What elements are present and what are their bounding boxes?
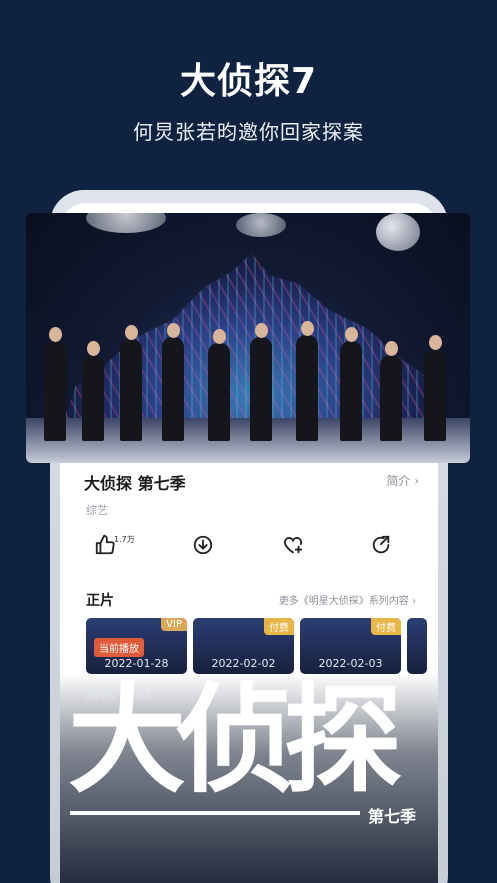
episode-card[interactable]: 付费 2022-02-03 xyxy=(300,618,401,674)
episodes-section-title: 正片 xyxy=(86,593,114,609)
promo-subline: 何炅张若昀邀你回家探案 xyxy=(133,120,364,144)
episode-card[interactable]: 付费 2022-02-02 xyxy=(193,618,294,674)
paid-badge: 付费 xyxy=(371,618,401,635)
like-button[interactable]: 1.7万 xyxy=(94,534,135,564)
paid-badge: 付费 xyxy=(264,618,294,635)
share-icon xyxy=(372,535,390,554)
now-playing-badge: 当前播放 xyxy=(94,638,144,657)
cast-member xyxy=(380,341,402,441)
download-button[interactable] xyxy=(192,534,214,564)
download-icon xyxy=(193,535,213,555)
cast-member xyxy=(162,323,184,441)
show-banner[interactable] xyxy=(26,213,470,463)
cast-member xyxy=(120,325,142,441)
show-logo: 大侦探 第七季 xyxy=(68,671,430,826)
intro-link[interactable]: 简介 › xyxy=(386,472,419,489)
promo-headline: 大侦探7 xyxy=(179,61,318,102)
favorite-button[interactable] xyxy=(282,534,304,564)
episode-card-partial[interactable] xyxy=(407,618,427,674)
more-series-link[interactable]: 更多《明星大侦探》系列内容 › xyxy=(279,592,416,607)
cast-member xyxy=(340,327,362,441)
vip-badge: VIP xyxy=(161,618,187,631)
planet-decoration xyxy=(86,213,166,233)
thumbs-up-icon xyxy=(95,534,115,555)
action-bar: 1.7万 xyxy=(84,534,424,566)
cast-member xyxy=(82,341,104,441)
episode-date: 2022-02-03 xyxy=(318,657,383,670)
cast-member xyxy=(208,329,230,441)
moon-decoration xyxy=(376,213,420,251)
logo-main-text: 大侦探 xyxy=(68,671,402,809)
episodes-header: 正片 更多《明星大侦探》系列内容 › xyxy=(86,590,416,610)
planet-decoration xyxy=(236,213,286,237)
show-title-row: 大侦探 第七季 简介 › xyxy=(84,470,419,494)
like-count: 1.7万 xyxy=(114,535,135,544)
logo-season-text: 第七季 xyxy=(368,807,417,826)
genre-label: 综艺 xyxy=(86,504,108,517)
cast-member xyxy=(44,327,66,441)
episode-date: 2022-01-28 xyxy=(104,657,169,670)
show-title: 大侦探 第七季 xyxy=(84,474,186,493)
episode-date: 2022-02-02 xyxy=(211,657,276,670)
cast-member xyxy=(250,323,272,441)
episode-card[interactable]: VIP 当前播放 2022-01-28 xyxy=(86,618,187,674)
cast-member xyxy=(424,335,446,441)
share-button[interactable] xyxy=(370,534,392,564)
heart-add-icon xyxy=(283,537,303,554)
cast-member xyxy=(296,321,318,441)
logo-underline xyxy=(70,811,360,815)
episode-list: VIP 当前播放 2022-01-28 付费 2022-02-02 付费 202… xyxy=(86,618,427,674)
